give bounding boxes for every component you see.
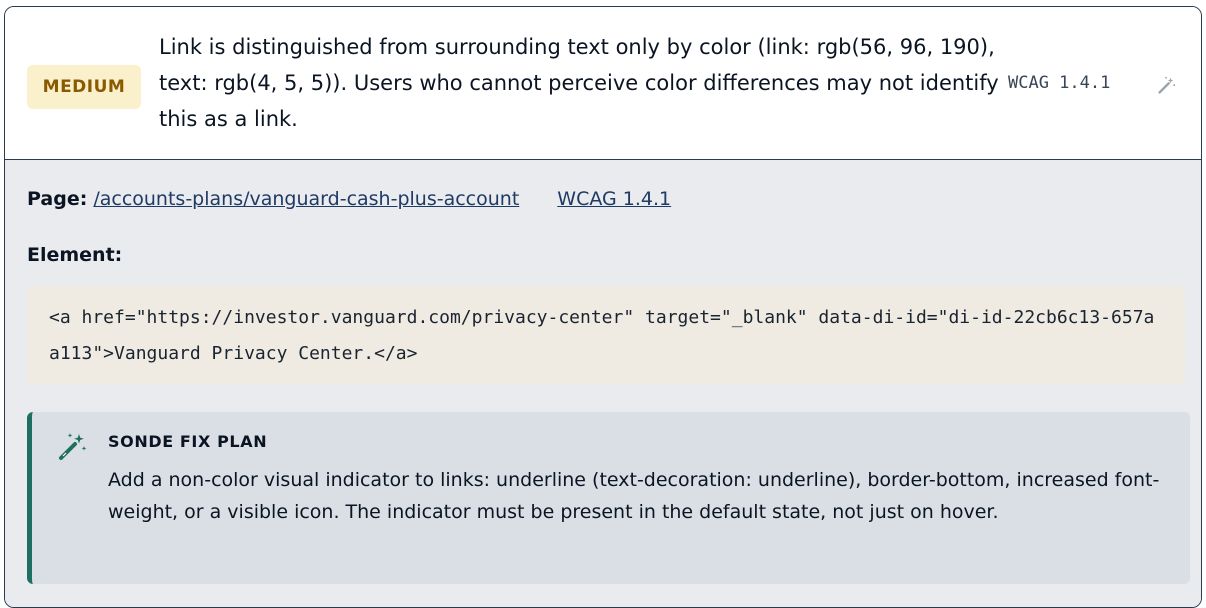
page-label: Page: xyxy=(27,188,88,210)
wcag-link[interactable]: WCAG 1.4.1 xyxy=(557,188,671,210)
magic-wand-icon xyxy=(59,433,87,460)
fix-plan-title: SONDE FIX PLAN xyxy=(108,432,268,451)
issue-summary[interactable]: MEDIUM Link is distinguished from surrou… xyxy=(5,7,1201,160)
wcag-criterion-tag: WCAG 1.4.1 xyxy=(1008,73,1111,93)
magic-wand-icon[interactable] xyxy=(1155,75,1177,97)
fix-plan-body: Add a non-color visual indicator to link… xyxy=(108,469,1160,523)
element-code: <a href="https://investor.vanguard.com/p… xyxy=(49,307,1155,364)
issue-card: MEDIUM Link is distinguished from surrou… xyxy=(4,6,1202,608)
element-code-block: <a href="https://investor.vanguard.com/p… xyxy=(27,286,1185,384)
page-row: Page:/accounts-plans/vanguard-cash-plus-… xyxy=(27,188,671,210)
issue-details: Page:/accounts-plans/vanguard-cash-plus-… xyxy=(5,160,1201,607)
element-label: Element: xyxy=(27,244,123,266)
fix-plan-panel: SONDE FIX PLAN Add a non-color visual in… xyxy=(27,412,1190,584)
page-url-link[interactable]: /accounts-plans/vanguard-cash-plus-accou… xyxy=(93,188,519,210)
issue-message: Link is distinguished from surrounding t… xyxy=(159,35,999,131)
severity-badge: MEDIUM xyxy=(27,65,141,109)
